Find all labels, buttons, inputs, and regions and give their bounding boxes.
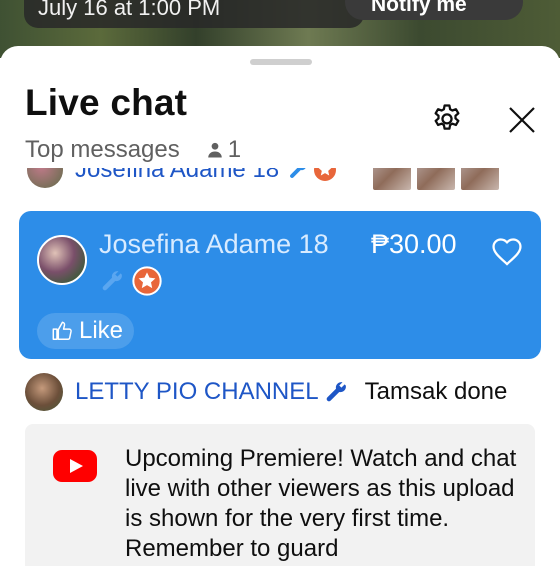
sticker-image — [417, 168, 455, 190]
viewer-count-number: 1 — [227, 136, 242, 163]
wrench-icon — [290, 168, 306, 178]
notify-me-label: Notify me — [371, 0, 467, 16]
like-label: Like — [79, 317, 124, 344]
message-text: Tamsak done — [364, 378, 508, 405]
author-badges — [99, 265, 163, 297]
viewer-count: 1 — [206, 136, 241, 164]
star-badge-icon — [314, 168, 337, 181]
chat-filter-row: Top messages 1 — [25, 134, 241, 166]
avatar — [37, 235, 87, 285]
sticker-image — [461, 168, 499, 190]
superchat-card[interactable]: Josefina Adame 18 ₱30.00 Like — [19, 211, 541, 359]
panel-title: Live chat — [25, 82, 188, 123]
premiere-date-banner: July 16 at 1:00 PM — [24, 0, 364, 28]
premiere-notice-text: Upcoming Premiere! Watch and chat live w… — [125, 445, 517, 562]
wrench-icon — [326, 382, 346, 402]
avatar — [25, 373, 63, 411]
notify-me-button[interactable]: Notify me — [345, 0, 523, 20]
drag-handle[interactable] — [250, 59, 312, 65]
chat-message-partial: Josefina Adame 18 — [27, 168, 547, 192]
like-button[interactable]: Like — [37, 313, 134, 349]
sticker-image — [373, 168, 411, 190]
live-chat-panel: Live chat Top messages 1 Josefina Adame … — [0, 46, 560, 566]
author-name[interactable]: LETTY PIO CHANNEL — [75, 378, 319, 406]
wrench-icon — [102, 271, 122, 291]
youtube-logo-icon — [53, 450, 97, 482]
close-icon[interactable] — [506, 104, 538, 136]
top-messages-dropdown[interactable]: Top messages — [25, 136, 180, 164]
thumbs-up-icon — [52, 321, 72, 340]
author-name[interactable]: Josefina Adame 18 — [75, 168, 279, 184]
avatar — [27, 168, 63, 188]
person-icon — [208, 142, 222, 158]
heart-icon[interactable] — [489, 235, 525, 269]
star-badge-icon — [132, 266, 162, 296]
superchat-author-name[interactable]: Josefina Adame 18 — [99, 229, 329, 260]
premiere-notice: Upcoming Premiere! Watch and chat live w… — [25, 424, 535, 566]
chat-message: LETTY PIO CHANNEL Tamsak done — [25, 372, 507, 412]
premiere-date-text: July 16 at 1:00 PM — [38, 0, 221, 20]
superchat-amount: ₱30.00 — [371, 229, 457, 259]
gear-icon[interactable] — [430, 102, 464, 136]
sticker-images — [373, 168, 505, 190]
